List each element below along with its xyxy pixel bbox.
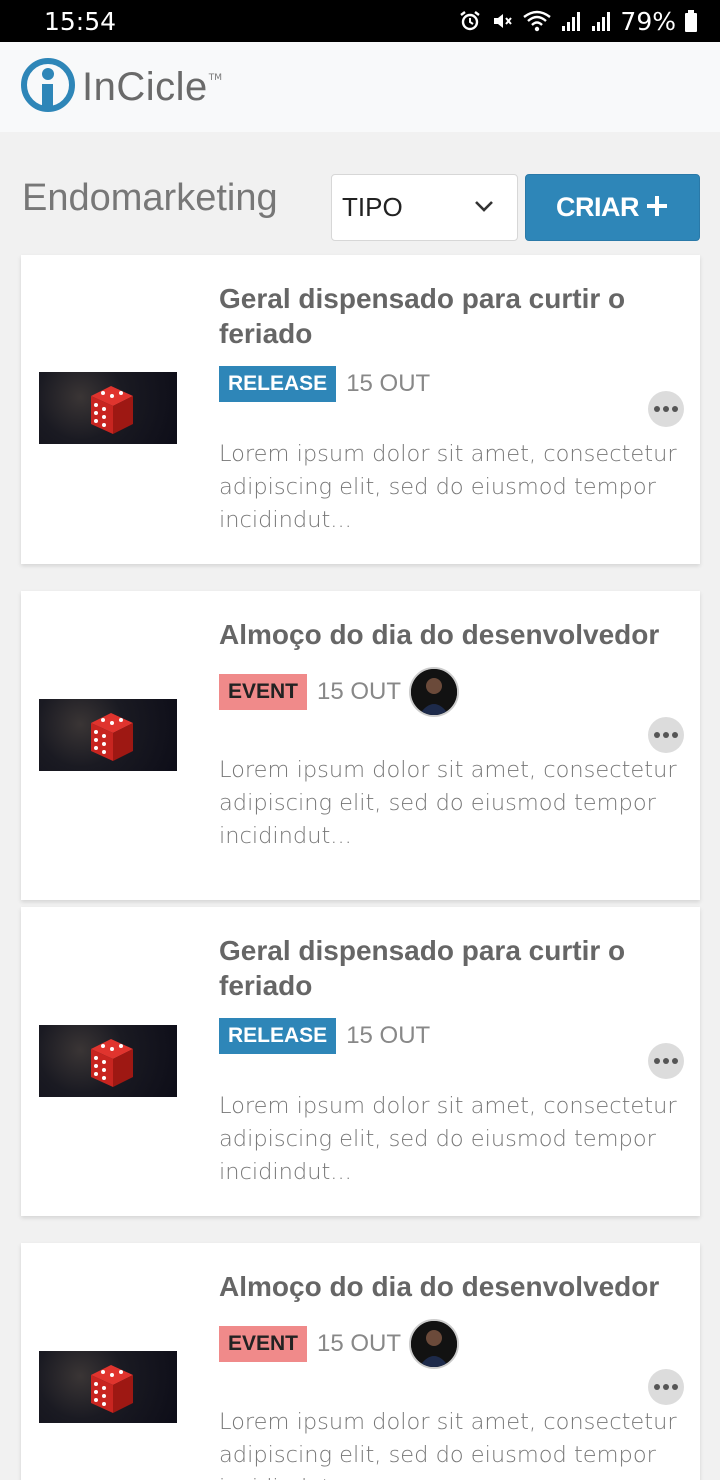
- post-type-badge: EVENT: [219, 1326, 308, 1362]
- post-type-badge: EVENT: [219, 674, 308, 710]
- avatar[interactable]: [409, 1319, 460, 1369]
- post-meta: EVENT 15 OUT: [219, 1319, 460, 1369]
- post-title[interactable]: Almoço do dia do desenvolvedor: [219, 617, 679, 652]
- post-meta: EVENT 15 OUT: [219, 667, 460, 717]
- more-dot: [663, 1384, 669, 1390]
- more-options-button[interactable]: [648, 391, 684, 427]
- battery-percent: 79%: [620, 6, 676, 36]
- more-dot: [654, 1384, 660, 1390]
- app-logo[interactable]: InCicle TM: [20, 57, 222, 117]
- signal-icon: [560, 10, 582, 32]
- post-excerpt: Lorem ipsum dolor sit amet, consectetur …: [219, 1409, 677, 1480]
- post-card[interactable]: Almoço do dia do desenvolvedor EVENT 15 …: [21, 591, 700, 900]
- post-thumbnail: [39, 1351, 177, 1423]
- post-date: 15 OUT: [317, 678, 402, 705]
- more-dot: [672, 406, 678, 412]
- more-dot: [654, 732, 660, 738]
- post-card[interactable]: Almoço do dia do desenvolvedor EVENT 15 …: [21, 1243, 700, 1480]
- post-type-badge: RELEASE: [219, 1018, 337, 1054]
- status-bar: 15:54 79%: [0, 0, 720, 42]
- post-card[interactable]: Geral dispensado para curtir o feriado R…: [21, 907, 700, 1216]
- more-options-button[interactable]: [648, 1043, 684, 1079]
- chevron-down-icon: [473, 198, 495, 217]
- post-title[interactable]: Geral dispensado para curtir o feriado: [219, 933, 679, 1003]
- page-title: Endomarketing: [22, 177, 278, 219]
- more-options-button[interactable]: [648, 1369, 684, 1405]
- type-filter-value: TIPO: [342, 192, 403, 222]
- post-meta: RELEASE 15 OUT: [219, 1018, 430, 1054]
- post-card[interactable]: Geral dispensado para curtir o feriado R…: [21, 255, 700, 564]
- post-meta: RELEASE 15 OUT: [219, 366, 430, 402]
- more-dot: [663, 732, 669, 738]
- post-thumbnail: [39, 372, 177, 444]
- post-date: 15 OUT: [317, 1330, 402, 1357]
- post-date: 15 OUT: [346, 1022, 431, 1049]
- create-button-label: CRIAR: [556, 192, 640, 222]
- battery-icon: [684, 9, 698, 33]
- incicle-logo-icon: [20, 57, 76, 117]
- more-dot: [672, 1058, 678, 1064]
- more-dot: [663, 406, 669, 412]
- more-dot: [654, 1058, 660, 1064]
- wifi-icon: [522, 9, 552, 33]
- post-excerpt: Lorem ipsum dolor sit amet, consectetur …: [219, 757, 677, 849]
- type-filter-select[interactable]: TIPO: [331, 174, 518, 241]
- signal-icon: [590, 10, 612, 32]
- more-dot: [654, 406, 660, 412]
- more-dot: [672, 732, 678, 738]
- page-header: Endomarketing TIPO CRIAR: [0, 132, 720, 254]
- mute-icon: [490, 9, 514, 33]
- post-thumbnail: [39, 1025, 177, 1097]
- post-type-badge: RELEASE: [219, 366, 337, 402]
- trademark: TM: [208, 73, 223, 83]
- plus-icon: [645, 194, 669, 222]
- alarm-icon: [458, 9, 482, 33]
- post-title[interactable]: Almoço do dia do desenvolvedor: [219, 1269, 679, 1304]
- post-title[interactable]: Geral dispensado para curtir o feriado: [219, 281, 679, 351]
- more-options-button[interactable]: [648, 717, 684, 753]
- more-dot: [663, 1058, 669, 1064]
- status-time: 15:54: [44, 6, 117, 36]
- post-excerpt: Lorem ipsum dolor sit amet, consectetur …: [219, 441, 677, 533]
- status-icons: 79%: [458, 7, 698, 36]
- create-button[interactable]: CRIAR: [525, 174, 700, 241]
- brand-name: InCicle: [82, 64, 208, 109]
- more-dot: [672, 1384, 678, 1390]
- post-thumbnail: [39, 699, 177, 771]
- post-excerpt: Lorem ipsum dolor sit amet, consectetur …: [219, 1093, 677, 1185]
- post-date: 15 OUT: [346, 370, 431, 397]
- app-header: InCicle TM: [0, 42, 720, 132]
- avatar[interactable]: [409, 667, 460, 717]
